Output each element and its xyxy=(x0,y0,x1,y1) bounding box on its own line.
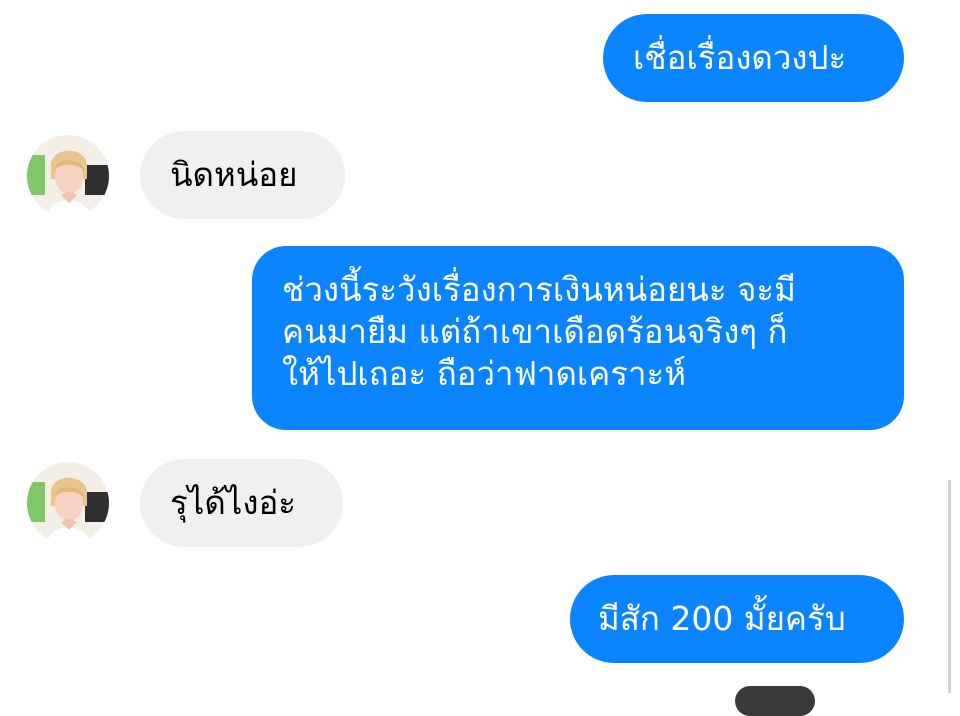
outgoing-message-bubble[interactable]: เชื่อเรื่องดวงปะ xyxy=(603,14,904,102)
incoming-message-bubble[interactable]: รุได้ไงอ่ะ xyxy=(140,459,343,547)
message-text-line: ช่วงนี้ระวังเรื่องการเงินหน่อยนะ จะมี xyxy=(282,270,796,309)
contact-avatar[interactable] xyxy=(27,462,109,544)
avatar-photo-icon xyxy=(27,462,109,544)
outgoing-message-bubble[interactable]: มีสัก 200 มั้ยครับ xyxy=(570,575,904,663)
message-text-line: คนมายืม แต่ถ้าเขาเดือดร้อนจริงๆ ก็ xyxy=(282,312,788,351)
message-text: รุได้ไงอ่ะ xyxy=(170,483,297,522)
message-text-line: ให้ไปเถอะ ถือว่าฟาดเคราะห์ xyxy=(282,354,686,393)
next-message-peek xyxy=(735,686,815,716)
contact-avatar[interactable] xyxy=(27,135,109,217)
message-text: เชื่อเรื่องดวงปะ xyxy=(633,38,847,77)
incoming-message-bubble[interactable]: นิดหน่อย xyxy=(140,131,345,219)
avatar-photo-icon xyxy=(27,135,109,217)
outgoing-message-bubble[interactable]: ช่วงนี้ระวังเรื่องการเงินหน่อยนะ จะมี คน… xyxy=(252,246,904,430)
message-text: นิดหน่อย xyxy=(170,155,298,194)
message-text: มีสัก 200 มั้ยครับ xyxy=(598,599,846,638)
scroll-edge-divider xyxy=(948,480,951,693)
